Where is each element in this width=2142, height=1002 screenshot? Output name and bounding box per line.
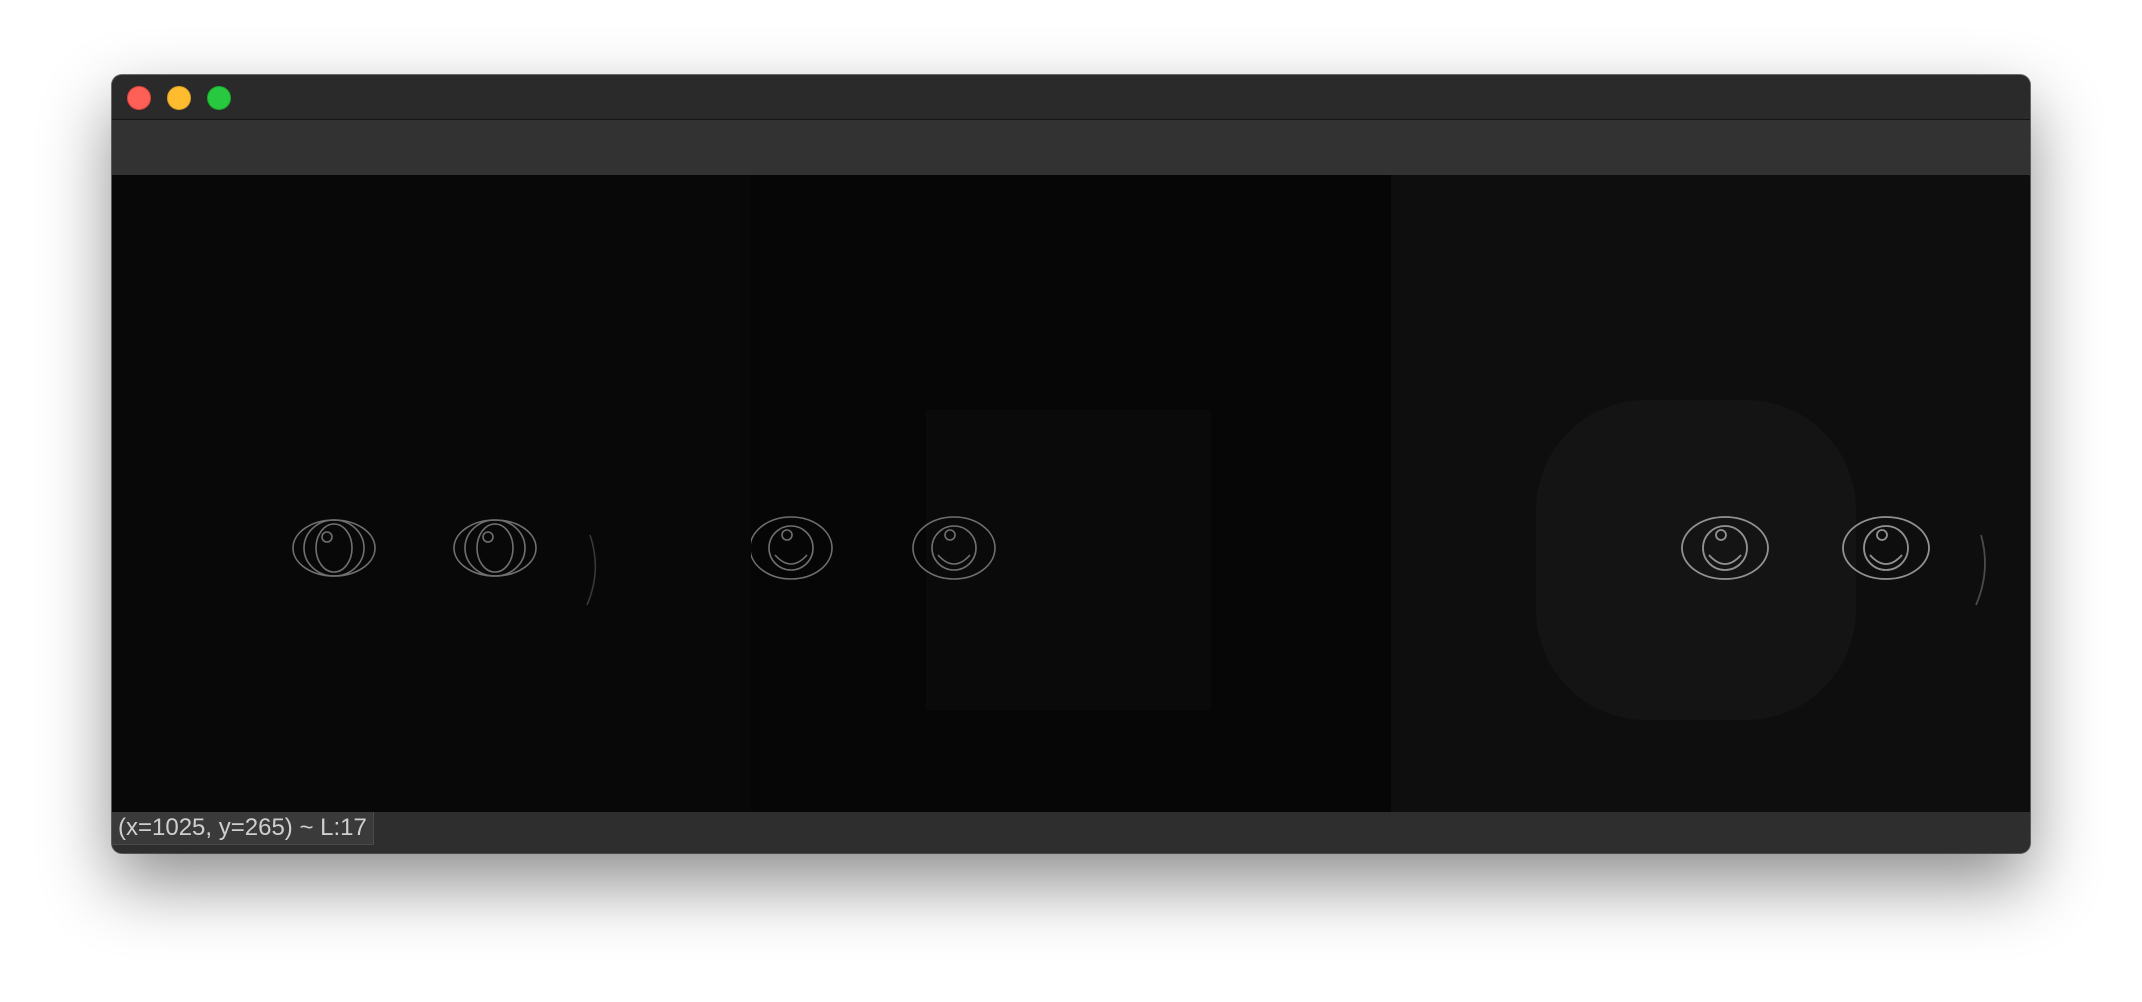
edge-image-2 <box>751 410 1211 710</box>
toolbar <box>112 120 2030 175</box>
cursor-status-readout: (x=1025, y=265) ~ L:17 <box>112 812 374 845</box>
status-bar: (x=1025, y=265) ~ L:17 <box>112 812 2030 853</box>
image-panel-1 <box>112 175 751 812</box>
minimize-button[interactable] <box>167 86 191 110</box>
title-bar[interactable] <box>112 75 2030 120</box>
image-panel-3 <box>1391 175 2030 812</box>
edge-image-3 <box>1536 400 1986 720</box>
edge-image-1 <box>292 519 597 606</box>
close-button[interactable] <box>127 86 151 110</box>
app-window: (x=1025, y=265) ~ L:17 <box>112 75 2030 853</box>
maximize-button[interactable] <box>207 86 231 110</box>
image-panel-2 <box>751 175 1391 812</box>
image-canvas[interactable] <box>112 175 2030 812</box>
